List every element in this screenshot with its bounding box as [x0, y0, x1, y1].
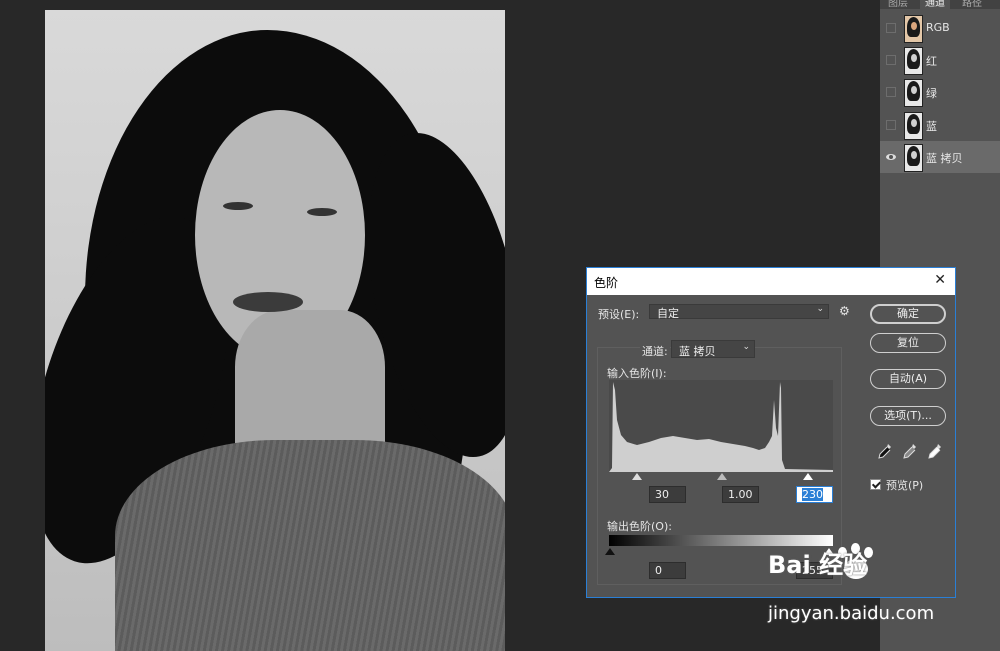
- channel-thumbnail: [904, 79, 923, 107]
- tab-paths[interactable]: 路径: [962, 0, 982, 9]
- channel-name: 蓝 拷贝: [926, 152, 963, 165]
- channel-name: RGB: [926, 21, 950, 34]
- dialog-title: 色阶: [594, 276, 619, 290]
- options-button[interactable]: 选项(T)...: [870, 406, 946, 426]
- input-gamma-field[interactable]: 1.00: [722, 486, 759, 503]
- gear-icon[interactable]: ⚙: [839, 304, 850, 318]
- channel-thumbnail: [904, 15, 923, 43]
- preset-value: 自定: [657, 307, 679, 320]
- channel-row-red[interactable]: 红: [880, 44, 1000, 76]
- auto-button[interactable]: 自动(A): [870, 369, 946, 389]
- black-eyedropper-icon[interactable]: [877, 442, 893, 460]
- channel-name: 蓝: [926, 120, 937, 133]
- channel-row-rgb[interactable]: RGB: [880, 12, 1000, 44]
- input-gamma-slider[interactable]: [717, 473, 727, 480]
- output-black-slider[interactable]: [605, 548, 615, 555]
- channel-name: 绿: [926, 87, 937, 100]
- gray-eyedropper-icon[interactable]: [902, 442, 918, 460]
- input-white-field[interactable]: 230: [796, 486, 833, 503]
- eye-icon[interactable]: [886, 152, 896, 162]
- visibility-toggle[interactable]: [886, 120, 896, 130]
- visibility-toggle[interactable]: [886, 23, 896, 33]
- output-black-field[interactable]: 0: [649, 562, 686, 579]
- preset-label: 预设(E):: [598, 308, 640, 321]
- channel-row-green[interactable]: 绿: [880, 76, 1000, 108]
- tab-channels[interactable]: 通道: [920, 0, 950, 9]
- input-black-field[interactable]: 30: [649, 486, 686, 503]
- channel-name: 红: [926, 55, 937, 68]
- input-white-value: 230: [802, 488, 823, 501]
- ok-button[interactable]: 确定: [870, 304, 946, 324]
- channel-thumbnail: [904, 112, 923, 140]
- output-levels-label: 输出色阶(O):: [607, 520, 672, 533]
- input-black-slider[interactable]: [632, 473, 642, 480]
- panel-tabs: 图层 通道 路径: [880, 0, 1000, 9]
- reset-button[interactable]: 复位: [870, 333, 946, 353]
- preset-select[interactable]: 自定 ⌄: [649, 304, 829, 320]
- channel-label: 通道:: [640, 343, 670, 359]
- portrait-photo: [45, 10, 505, 651]
- input-white-slider[interactable]: [803, 473, 813, 480]
- channel-thumbnail: [904, 47, 923, 75]
- watermark-logo-text: Bai 经验: [768, 551, 868, 579]
- channel-row-blue-copy[interactable]: 蓝 拷贝: [880, 141, 1000, 173]
- close-icon[interactable]: ✕: [934, 272, 946, 288]
- channel-thumbnail: [904, 144, 923, 172]
- visibility-toggle[interactable]: [886, 87, 896, 97]
- white-eyedropper-icon[interactable]: [927, 442, 943, 460]
- channel-row-blue[interactable]: 蓝: [880, 109, 1000, 141]
- input-levels-label: 输入色阶(I):: [607, 367, 667, 380]
- chevron-down-icon: ⌄: [816, 304, 824, 314]
- dialog-titlebar[interactable]: 色阶 ✕: [587, 268, 955, 295]
- visibility-toggle[interactable]: [886, 55, 896, 65]
- watermark-url: jingyan.baidu.com: [768, 603, 935, 624]
- preview-checkbox[interactable]: [870, 479, 881, 490]
- channel-select[interactable]: 蓝 拷贝 ⌄: [671, 340, 755, 358]
- channel-value: 蓝 拷贝: [679, 345, 716, 358]
- chevron-down-icon: ⌄: [742, 342, 750, 352]
- histogram: [609, 380, 833, 472]
- preview-label: 预览(P): [886, 479, 924, 492]
- tab-layers[interactable]: 图层: [888, 0, 908, 9]
